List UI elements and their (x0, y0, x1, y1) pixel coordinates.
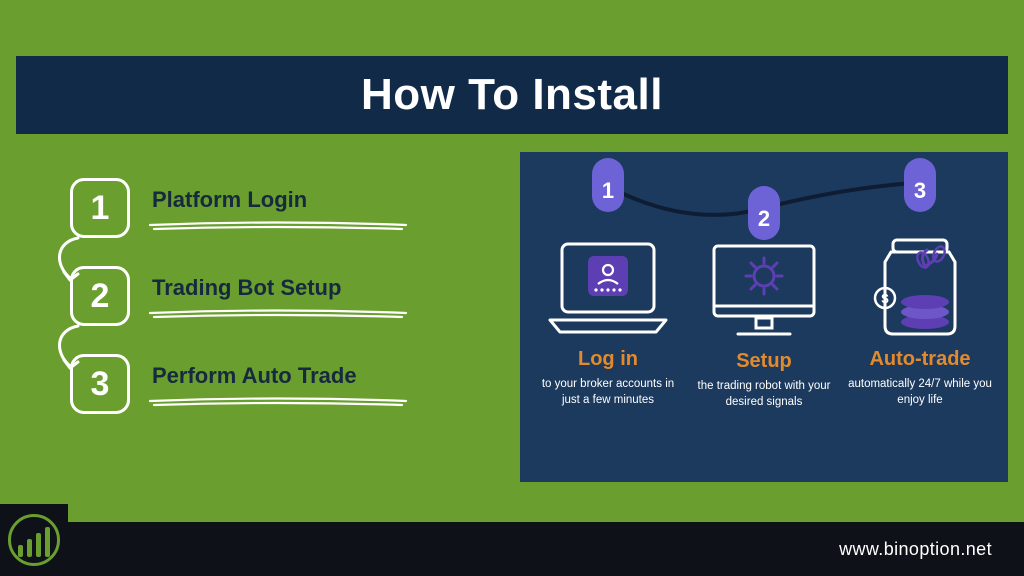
monitor-gear-icon (704, 248, 824, 340)
laptop-login-icon (544, 220, 672, 338)
step-label: Platform Login (152, 187, 307, 223)
step-row-2: 2 Trading Bot Setup (70, 266, 490, 326)
panel-col-desc: automatically 24/7 while you enjoy life (846, 377, 994, 408)
svg-text:$: $ (881, 291, 889, 306)
footer-bar: www.binoption.net (0, 522, 1024, 576)
arrow-down-icon (50, 236, 90, 286)
panel-number: 1 (602, 178, 614, 204)
panel-col-title: Auto-trade (869, 348, 970, 371)
step-number: 3 (91, 365, 110, 404)
panel-col-autotrade: 3 $ Auto-trade automatically 24/7 while … (842, 162, 998, 468)
panel-number-pill: 3 (904, 158, 936, 212)
panel-col-title: Setup (736, 350, 792, 373)
panel-number-pill: 2 (748, 186, 780, 240)
step-row-3: 3 Perform Auto Trade (70, 354, 490, 414)
title-bar: How To Install (16, 56, 1008, 134)
step-label-text: Perform Auto Trade (152, 363, 357, 388)
panel-col-desc: the trading robot with your desired sign… (690, 379, 838, 410)
logo (0, 504, 68, 576)
panel-col-login: 1 Log in to your broker accounts in just… (530, 162, 686, 468)
step-number: 1 (91, 189, 110, 228)
step-label-text: Platform Login (152, 187, 307, 212)
panel-col-setup: 2 (686, 162, 842, 468)
panel-number: 3 (914, 178, 926, 204)
panel-number: 2 (758, 206, 770, 232)
jar-coins-icon: $ (865, 220, 975, 338)
steps-list: 1 Platform Login 2 Trading Bot Setup 3 P… (70, 178, 490, 442)
underline-icon (148, 221, 408, 231)
page-title: How To Install (361, 70, 663, 120)
footer-url: www.binoption.net (839, 539, 992, 560)
step-number-box: 1 (70, 178, 130, 238)
panel-col-desc: to your broker accounts in just a few mi… (534, 377, 682, 408)
step-number: 2 (91, 277, 110, 316)
step-label: Trading Bot Setup (152, 275, 341, 311)
panel-number-pill: 1 (592, 158, 624, 212)
step-label-text: Trading Bot Setup (152, 275, 341, 300)
underline-icon (148, 397, 408, 407)
step-row-1: 1 Platform Login (70, 178, 490, 238)
underline-icon (148, 309, 408, 319)
logo-icon (8, 514, 60, 566)
panel-col-title: Log in (578, 348, 638, 371)
arrow-down-icon (50, 324, 90, 374)
illustration-panel: 1 Log in to your broker accounts in just… (520, 152, 1008, 482)
step-label: Perform Auto Trade (152, 363, 357, 399)
